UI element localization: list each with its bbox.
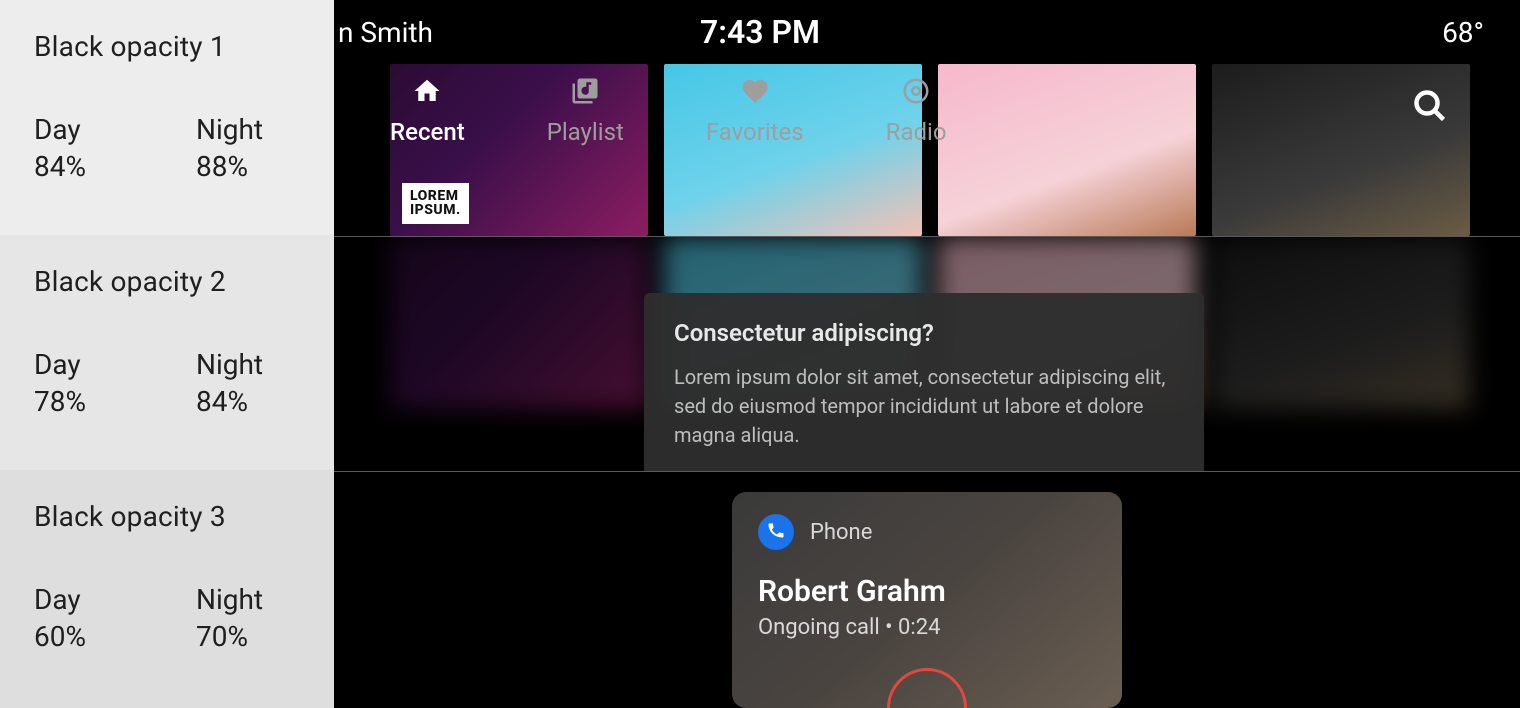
content-row-dimmed: Consectetur adipiscing? Lorem ipsum dolo… xyxy=(334,236,1520,472)
spec-title: Black opacity 3 xyxy=(34,500,300,533)
spec-night-value: 88% xyxy=(196,150,263,183)
home-icon xyxy=(412,76,442,112)
spec-day-value: 78% xyxy=(34,385,86,418)
spec-day-value: 60% xyxy=(34,620,86,653)
brand-line: LOREM xyxy=(410,188,458,204)
spec-night-value: 70% xyxy=(196,620,263,653)
library-icon xyxy=(570,76,600,112)
spec-day-value: 84% xyxy=(34,150,86,183)
caller-name: Robert Grahm xyxy=(758,574,1096,609)
spec-day-label: Day xyxy=(34,583,86,616)
dialog-body: Lorem ipsum dolor sit amet, consectetur … xyxy=(674,363,1174,450)
brand-line: IPSUM. xyxy=(410,202,461,218)
phone-app-label: Phone xyxy=(810,520,872,545)
search-button[interactable] xyxy=(1412,88,1448,128)
album-brand-badge: LOREM IPSUM. xyxy=(402,183,469,224)
spec-title: Black opacity 1 xyxy=(34,30,300,63)
phone-app-badge xyxy=(758,514,794,550)
tab-playlist[interactable]: Playlist xyxy=(547,76,624,146)
search-icon xyxy=(1412,109,1448,128)
hangup-button[interactable] xyxy=(887,668,967,708)
tab-label: Recent xyxy=(390,118,465,146)
status-temperature[interactable]: 68° xyxy=(1442,16,1484,49)
status-user[interactable]: n Smith xyxy=(338,16,433,49)
spec-night-label: Night xyxy=(196,348,263,381)
call-status: Ongoing call • 0:24 xyxy=(758,615,1096,640)
radio-icon xyxy=(901,76,931,112)
confirmation-dialog[interactable]: Consectetur adipiscing? Lorem ipsum dolo… xyxy=(644,293,1204,472)
opacity-spec-panel: Black opacity 1 Day 84% Night 88% Black … xyxy=(0,0,334,708)
tab-label: Radio xyxy=(886,118,947,146)
media-tabbar: Recent Playlist Favorites Radio xyxy=(390,68,947,154)
spec-block-3: Black opacity 3 Day 60% Night 70% xyxy=(0,470,334,708)
spec-night-value: 84% xyxy=(196,385,263,418)
content-row-phone: Phone Robert Grahm Ongoing call • 0:24 xyxy=(334,472,1520,708)
spec-day-label: Day xyxy=(34,113,86,146)
heart-icon xyxy=(740,76,770,112)
status-time: 7:43 PM xyxy=(700,13,820,51)
tab-favorites[interactable]: Favorites xyxy=(706,76,804,146)
spec-block-1: Black opacity 1 Day 84% Night 88% xyxy=(0,0,334,235)
tab-label: Playlist xyxy=(547,118,624,146)
spec-block-2: Black opacity 2 Day 78% Night 84% xyxy=(0,235,334,470)
tab-recent[interactable]: Recent xyxy=(390,76,465,146)
spec-night-label: Night xyxy=(196,583,263,616)
tab-label: Favorites xyxy=(706,118,804,146)
album-card[interactable] xyxy=(938,64,1196,236)
spec-title: Black opacity 2 xyxy=(34,265,300,298)
phone-icon xyxy=(766,520,786,544)
phone-call-card[interactable]: Phone Robert Grahm Ongoing call • 0:24 xyxy=(732,492,1122,708)
spec-night-label: Night xyxy=(196,113,263,146)
spec-day-label: Day xyxy=(34,348,86,381)
dialog-title: Consectetur adipiscing? xyxy=(674,319,1174,347)
tab-radio[interactable]: Radio xyxy=(886,76,947,146)
